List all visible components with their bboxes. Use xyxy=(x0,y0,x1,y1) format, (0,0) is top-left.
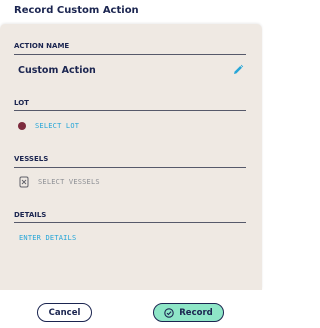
action-name-label: ACTION NAME xyxy=(14,42,70,50)
cancel-button[interactable]: Cancel xyxy=(37,303,92,322)
vessels-divider xyxy=(14,167,246,168)
enter-details-link[interactable]: ENTER DETAILS xyxy=(19,234,76,242)
pencil-icon[interactable] xyxy=(232,64,244,76)
record-button-label: Record xyxy=(179,307,213,318)
action-name-value[interactable]: Custom Action xyxy=(18,65,96,76)
dialog-header: Record Custom Action xyxy=(0,0,262,24)
select-lot-link[interactable]: SELECT LOT xyxy=(35,122,79,130)
lot-color-dot xyxy=(18,122,26,130)
cancel-button-label: Cancel xyxy=(48,307,81,318)
vessels-label: VESSELS xyxy=(14,155,49,163)
action-name-divider xyxy=(14,54,246,55)
details-label: DETAILS xyxy=(14,211,47,219)
lot-divider xyxy=(14,110,246,111)
record-button[interactable]: Record xyxy=(153,303,224,322)
check-circle-icon xyxy=(164,307,175,318)
details-divider xyxy=(14,222,246,223)
record-custom-action-dialog: Record Custom Action ACTION NAME Custom … xyxy=(0,0,262,328)
select-vessels-link[interactable]: SELECT VESSELS xyxy=(38,178,100,186)
vessel-icon xyxy=(19,176,29,188)
dialog-title: Record Custom Action xyxy=(14,5,139,16)
lot-label: LOT xyxy=(14,99,29,107)
